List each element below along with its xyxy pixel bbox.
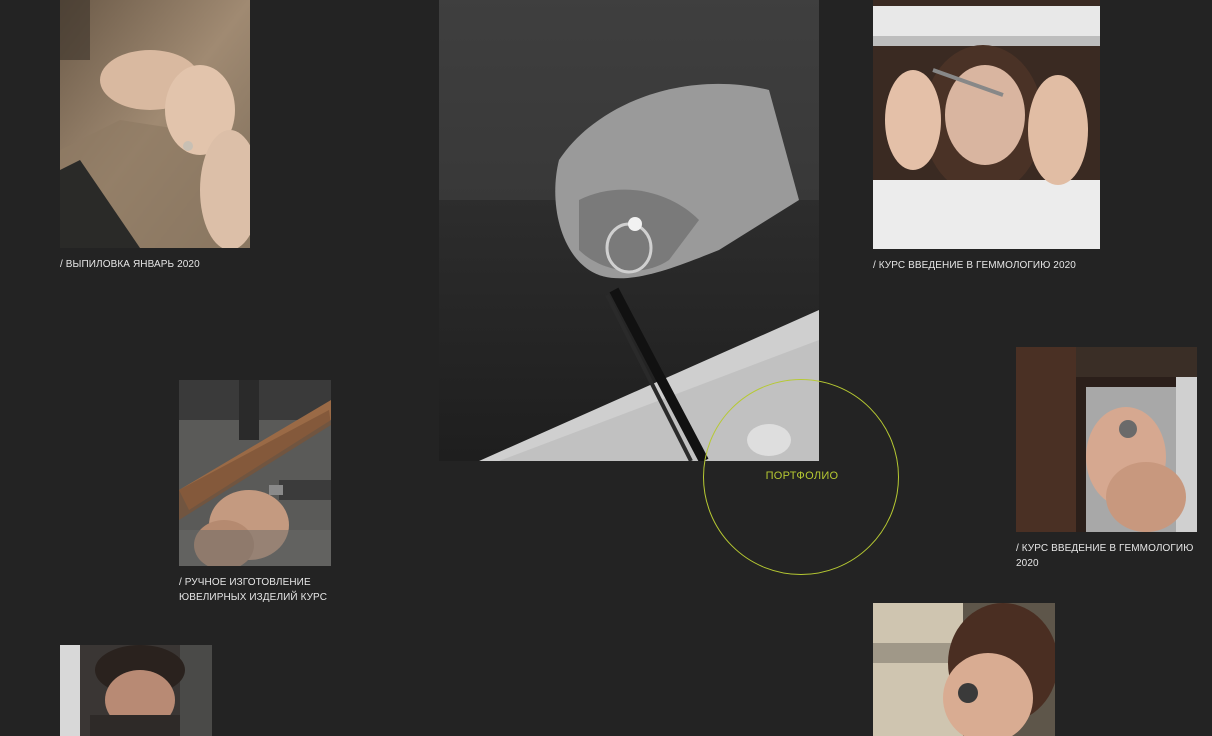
portfolio-label: ПОРТФОЛИО (765, 470, 839, 482)
portfolio-button[interactable]: ПОРТФОЛИО (703, 379, 899, 575)
photo-gemology-2-image (1016, 347, 1197, 532)
caption-photo-gemology-2: / КУРС ВВЕДЕНИЕ В ГЕММОЛОГИЮ 2020 (1016, 543, 1194, 569)
gallery-photo-filing[interactable] (60, 0, 250, 248)
photo-gemology-1-image (873, 0, 1100, 249)
photo-filing-image (60, 0, 250, 248)
caption-photo-handmade-jewelry: / РУЧНОЕ ИЗГОТОВЛЕНИЕ ЮВЕЛИРНЫХ ИЗДЕЛИЙ … (179, 577, 328, 603)
gallery-page: / ВЫПИЛОВКА ЯНВАРЬ 2020 / КУРС ВВЕДЕНИЕ … (0, 0, 1212, 736)
caption-photo-filing: / ВЫПИЛОВКА ЯНВАРЬ 2020 (60, 259, 200, 270)
gallery-photo-handmade-jewelry[interactable] (179, 380, 331, 566)
photo-gemology-3-image (873, 603, 1055, 736)
gallery-photo-gemology-1[interactable] (873, 0, 1100, 249)
photo-handmade-jewelry-image (179, 380, 331, 566)
gallery-photo-gemology-2[interactable] (1016, 347, 1197, 532)
caption-photo-gemology-1: / КУРС ВВЕДЕНИЕ В ГЕММОЛОГИЮ 2020 (873, 260, 1076, 271)
gallery-photo-student-workbench[interactable] (60, 645, 212, 736)
gallery-photo-gemology-3[interactable] (873, 603, 1055, 736)
photo-student-workbench-image (60, 645, 212, 736)
